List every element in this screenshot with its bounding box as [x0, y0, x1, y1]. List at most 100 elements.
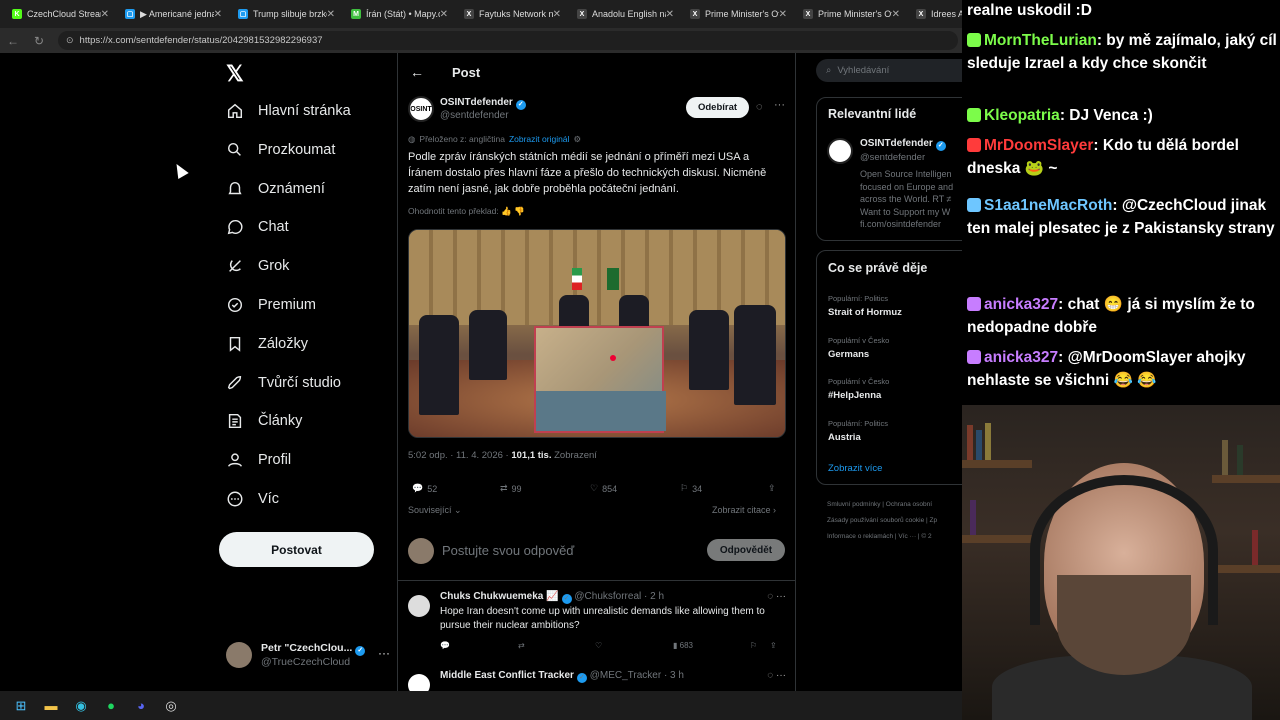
reply-action[interactable]: 💬 52 — [412, 483, 437, 494]
close-icon[interactable]: ✕ — [892, 9, 900, 20]
browser-tab[interactable]: ▢ ▶ Americané jednají ✕ — [113, 0, 226, 28]
edge-browser-icon[interactable]: ◉ — [72, 697, 90, 715]
grok-icon[interactable]: ◌ — [756, 101, 763, 113]
obs-icon[interactable]: ◎ — [162, 697, 180, 715]
discord-icon[interactable]: ◕ — [132, 697, 150, 715]
post-time[interactable]: 5:02 odp. · 11. 4. 2026 · — [408, 450, 509, 461]
comment-avatar[interactable] — [408, 674, 430, 691]
browser-tab[interactable]: XIdrees Ali✕ — [904, 0, 962, 28]
post-button[interactable]: Postovat — [219, 532, 374, 567]
reply-input[interactable]: Postujte svou odpověď — [442, 543, 574, 558]
file-explorer-icon[interactable]: ▬ — [42, 697, 60, 715]
browser-tab[interactable]: K CzechCloud Stream -✕ — [0, 0, 113, 28]
trend-topic[interactable]: Germans — [828, 349, 869, 360]
follow-button[interactable]: Odebírat — [686, 97, 749, 118]
footer-line-3[interactable]: Informace o reklamách | Víc ··· | © 2 — [827, 533, 932, 540]
book — [1252, 530, 1258, 565]
browser-tab[interactable]: X Faytuks Network na ✕ — [452, 0, 565, 28]
search-input[interactable]: ⌕ Vyhledávání — [816, 59, 962, 82]
footer-line-1[interactable]: Smluvní podmínky | Ochrana osobní — [827, 501, 932, 508]
author-handle[interactable]: @sentdefender — [440, 110, 509, 121]
site-info-icon[interactable]: ⊙ — [66, 35, 74, 46]
reload-icon[interactable]: ↻ — [26, 34, 52, 48]
more-icon[interactable]: ◌ ··· — [767, 670, 786, 681]
post-image[interactable] — [408, 229, 786, 438]
chat-username[interactable]: S1aa1neMacRoth — [984, 197, 1112, 214]
share-icon[interactable]: ⇪ — [768, 483, 776, 494]
trend-topic[interactable]: Austria — [828, 432, 861, 443]
nav-item[interactable]: Prozkoumat — [226, 137, 335, 163]
chat-username[interactable]: anicka327 — [984, 296, 1058, 313]
show-more-link[interactable]: Zobrazit více — [828, 463, 882, 474]
reply-icon[interactable]: 💬 — [440, 641, 450, 650]
nav-item[interactable]: Tvůrčí studio — [226, 370, 341, 396]
close-icon[interactable]: ✕ — [214, 9, 222, 20]
comment-author[interactable]: Middle East Conflict Tracker — [440, 670, 574, 681]
thumbs-down-icon[interactable]: 👎 — [514, 206, 525, 216]
repost-action[interactable]: ⇄ 99 — [500, 483, 522, 494]
chat-username[interactable]: Kleopatria — [984, 107, 1060, 124]
chat-username[interactable]: MornTheLurian — [984, 32, 1097, 49]
close-icon[interactable]: ✕ — [101, 9, 109, 20]
bookmark-action[interactable]: ⚐ 34 — [680, 483, 702, 494]
browser-tab[interactable]: ▢ Trump slibuje brzké ✕ — [226, 0, 339, 28]
comment-avatar[interactable] — [408, 595, 430, 617]
close-icon[interactable]: ✕ — [440, 9, 448, 20]
share-icon[interactable]: ⇪ — [770, 641, 777, 650]
back-arrow-icon[interactable]: ← — [0, 34, 26, 48]
close-icon[interactable]: ✕ — [327, 9, 335, 20]
chat-username[interactable]: anicka327 — [984, 349, 1058, 366]
nav-item[interactable]: Záložky — [226, 331, 308, 357]
browser-tab[interactable]: X Anadolu English na ✕ — [565, 0, 678, 28]
nav-item[interactable]: Chat — [226, 214, 289, 240]
info-icon[interactable]: ⚙ — [573, 134, 581, 145]
author-avatar[interactable] — [827, 138, 853, 164]
comment-handle[interactable]: @Chuksforreal · 2 h — [574, 591, 664, 602]
url-field[interactable]: ⊙ https://x.com/sentdefender/status/2042… — [58, 31, 958, 50]
windows-start-icon[interactable]: ⊞ — [12, 697, 30, 715]
reply-button[interactable]: Odpovědět — [707, 539, 785, 561]
more-icon[interactable]: ··· — [378, 646, 390, 660]
related-link[interactable]: Související ⌄ — [408, 505, 462, 516]
show-original-link[interactable]: Zobrazit originál — [509, 134, 569, 145]
author-avatar[interactable]: OSINT — [408, 96, 434, 122]
footer-line-2[interactable]: Zásady používání souborů cookie | Zp — [827, 517, 937, 524]
spotify-icon[interactable]: ● — [102, 697, 120, 715]
bookmark-icon[interactable]: ⚐ — [750, 641, 757, 650]
trend-topic[interactable]: Strait of Hormuz — [828, 307, 902, 318]
more-icon[interactable]: ◌ ··· — [767, 591, 786, 602]
show-quotes-link[interactable]: Zobrazit citace › — [712, 505, 776, 515]
nav-item[interactable]: Články — [226, 408, 302, 434]
close-icon[interactable]: ✕ — [666, 9, 674, 20]
account-switcher[interactable]: Petr "CzechClou... ✓ @TrueCzechCloud ··· — [226, 640, 396, 672]
nav-item[interactable]: Hlavní stránka — [226, 98, 351, 124]
author-name[interactable]: OSINTdefender — [440, 97, 513, 108]
comment-item[interactable]: Middle East Conflict Tracker ✓ @MEC_Track… — [408, 670, 788, 691]
nav-item[interactable]: Profil — [226, 447, 291, 473]
trend-topic[interactable]: #HelpJenna — [828, 390, 881, 401]
browser-tab[interactable]: X Prime Minister's Offic✕ — [791, 0, 904, 28]
rel-name[interactable]: OSINTdefender — [860, 138, 933, 149]
comment-handle[interactable]: @MEC_Tracker · 3 h — [590, 670, 684, 681]
close-icon[interactable]: ✕ — [553, 9, 561, 20]
nav-item[interactable]: Premium — [226, 292, 316, 318]
back-arrow-icon[interactable]: ← — [410, 64, 424, 80]
browser-tab[interactable]: M Írán (Stát) • Mapy.cz ✕ — [339, 0, 452, 28]
views-icon[interactable]: ▮ 683 — [673, 641, 693, 650]
chat-separator: : — [1096, 32, 1107, 49]
nav-item[interactable]: Oznámení — [226, 176, 325, 202]
close-icon[interactable]: ✕ — [779, 9, 787, 20]
repost-icon[interactable]: ⇄ — [518, 641, 525, 650]
nav-item[interactable]: Víc — [226, 486, 279, 512]
x-logo-icon[interactable]: 𝕏 — [226, 61, 244, 87]
like-action[interactable]: ♡ 854 — [590, 483, 617, 494]
heart-icon[interactable]: ♡ — [595, 641, 602, 650]
nav-item[interactable]: Grok — [226, 253, 289, 279]
more-icon[interactable]: ··· — [774, 99, 785, 111]
chat-username[interactable]: MrDoomSlayer — [984, 137, 1093, 154]
comment-author[interactable]: Chuks Chukwuemeka — [440, 591, 543, 602]
comment-item[interactable]: Chuks Chukwuemeka 📈 ✓ @Chuksforreal · 2 h… — [408, 591, 788, 653]
rel-handle[interactable]: @sentdefender — [860, 152, 925, 163]
thumbs-up-icon[interactable]: 👍 — [501, 206, 512, 216]
browser-tab[interactable]: X Prime Minister's Offic✕ — [678, 0, 791, 28]
